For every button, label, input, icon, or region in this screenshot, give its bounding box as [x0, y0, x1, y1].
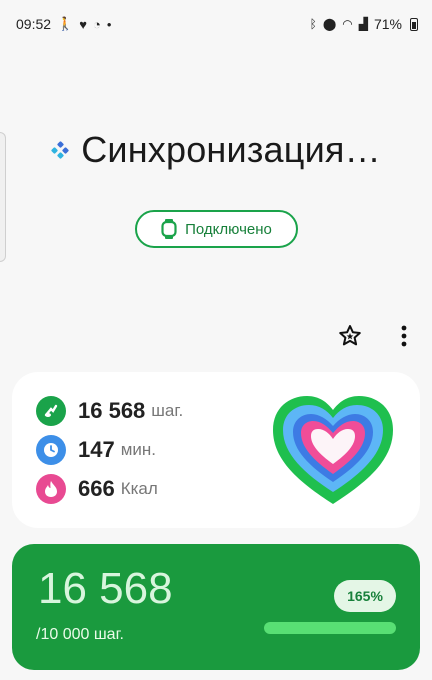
status-time: 09:52	[16, 16, 52, 32]
steps-progress-card[interactable]: 16 568 /10 000 шаг. 165%	[12, 544, 420, 670]
battery-percent: 71%	[373, 16, 402, 32]
signal-icon: ▟	[358, 17, 368, 31]
steps-progress-fill	[264, 622, 396, 634]
watch-icon	[161, 219, 177, 239]
header: Синхронизация…	[0, 122, 432, 178]
steps-icon	[36, 396, 66, 426]
location-icon: ⬤	[322, 17, 337, 31]
minutes-stat: 147 мин.	[36, 435, 156, 465]
activity-rings-heart-icon	[273, 396, 393, 504]
steps-goal: /10 000 шаг.	[36, 626, 124, 643]
heart-icon: ♥	[79, 16, 87, 32]
walk-icon: 🚶	[57, 16, 74, 31]
connection-status-button[interactable]: Подключено	[135, 210, 298, 248]
clock-icon	[36, 435, 66, 465]
whatsapp-icon: ◔	[92, 16, 101, 32]
badge-star-icon[interactable]	[336, 322, 364, 350]
wifi-icon: ◠	[342, 17, 353, 31]
calories-value: 666	[78, 476, 115, 501]
minutes-unit: мин.	[120, 440, 157, 459]
dot-icon: •	[106, 16, 112, 32]
status-left: 09:52 🚶 ♥ ◔ •	[16, 16, 111, 32]
more-vertical-icon[interactable]	[390, 322, 418, 350]
status-right: ᛒ ⬤ ◠ ▟ 71%	[310, 16, 418, 32]
app-logo-icon	[51, 141, 69, 159]
toolbar	[336, 322, 418, 350]
activity-summary-card[interactable]: 16 568 шаг. 147 мин. 666 Ккал	[12, 372, 420, 528]
steps-value: 16 568	[78, 398, 146, 423]
bluetooth-icon: ᛒ	[309, 17, 317, 31]
minutes-value: 147	[78, 437, 115, 462]
steps-count: 16 568	[38, 564, 173, 613]
goal-percent-badge: 165%	[334, 580, 396, 612]
calories-stat: 666 Ккал	[36, 474, 158, 504]
connection-status-label: Подключено	[185, 220, 272, 238]
status-bar: 09:52 🚶 ♥ ◔ • ᛒ ⬤ ◠ ▟ 71%	[0, 0, 432, 48]
page-title: Синхронизация…	[81, 129, 381, 170]
steps-stat: 16 568 шаг.	[36, 396, 183, 426]
flame-icon	[36, 474, 66, 504]
steps-unit: шаг.	[151, 401, 184, 420]
calories-unit: Ккал	[120, 479, 158, 498]
steps-progress-bar	[264, 622, 396, 634]
battery-icon	[410, 17, 418, 31]
